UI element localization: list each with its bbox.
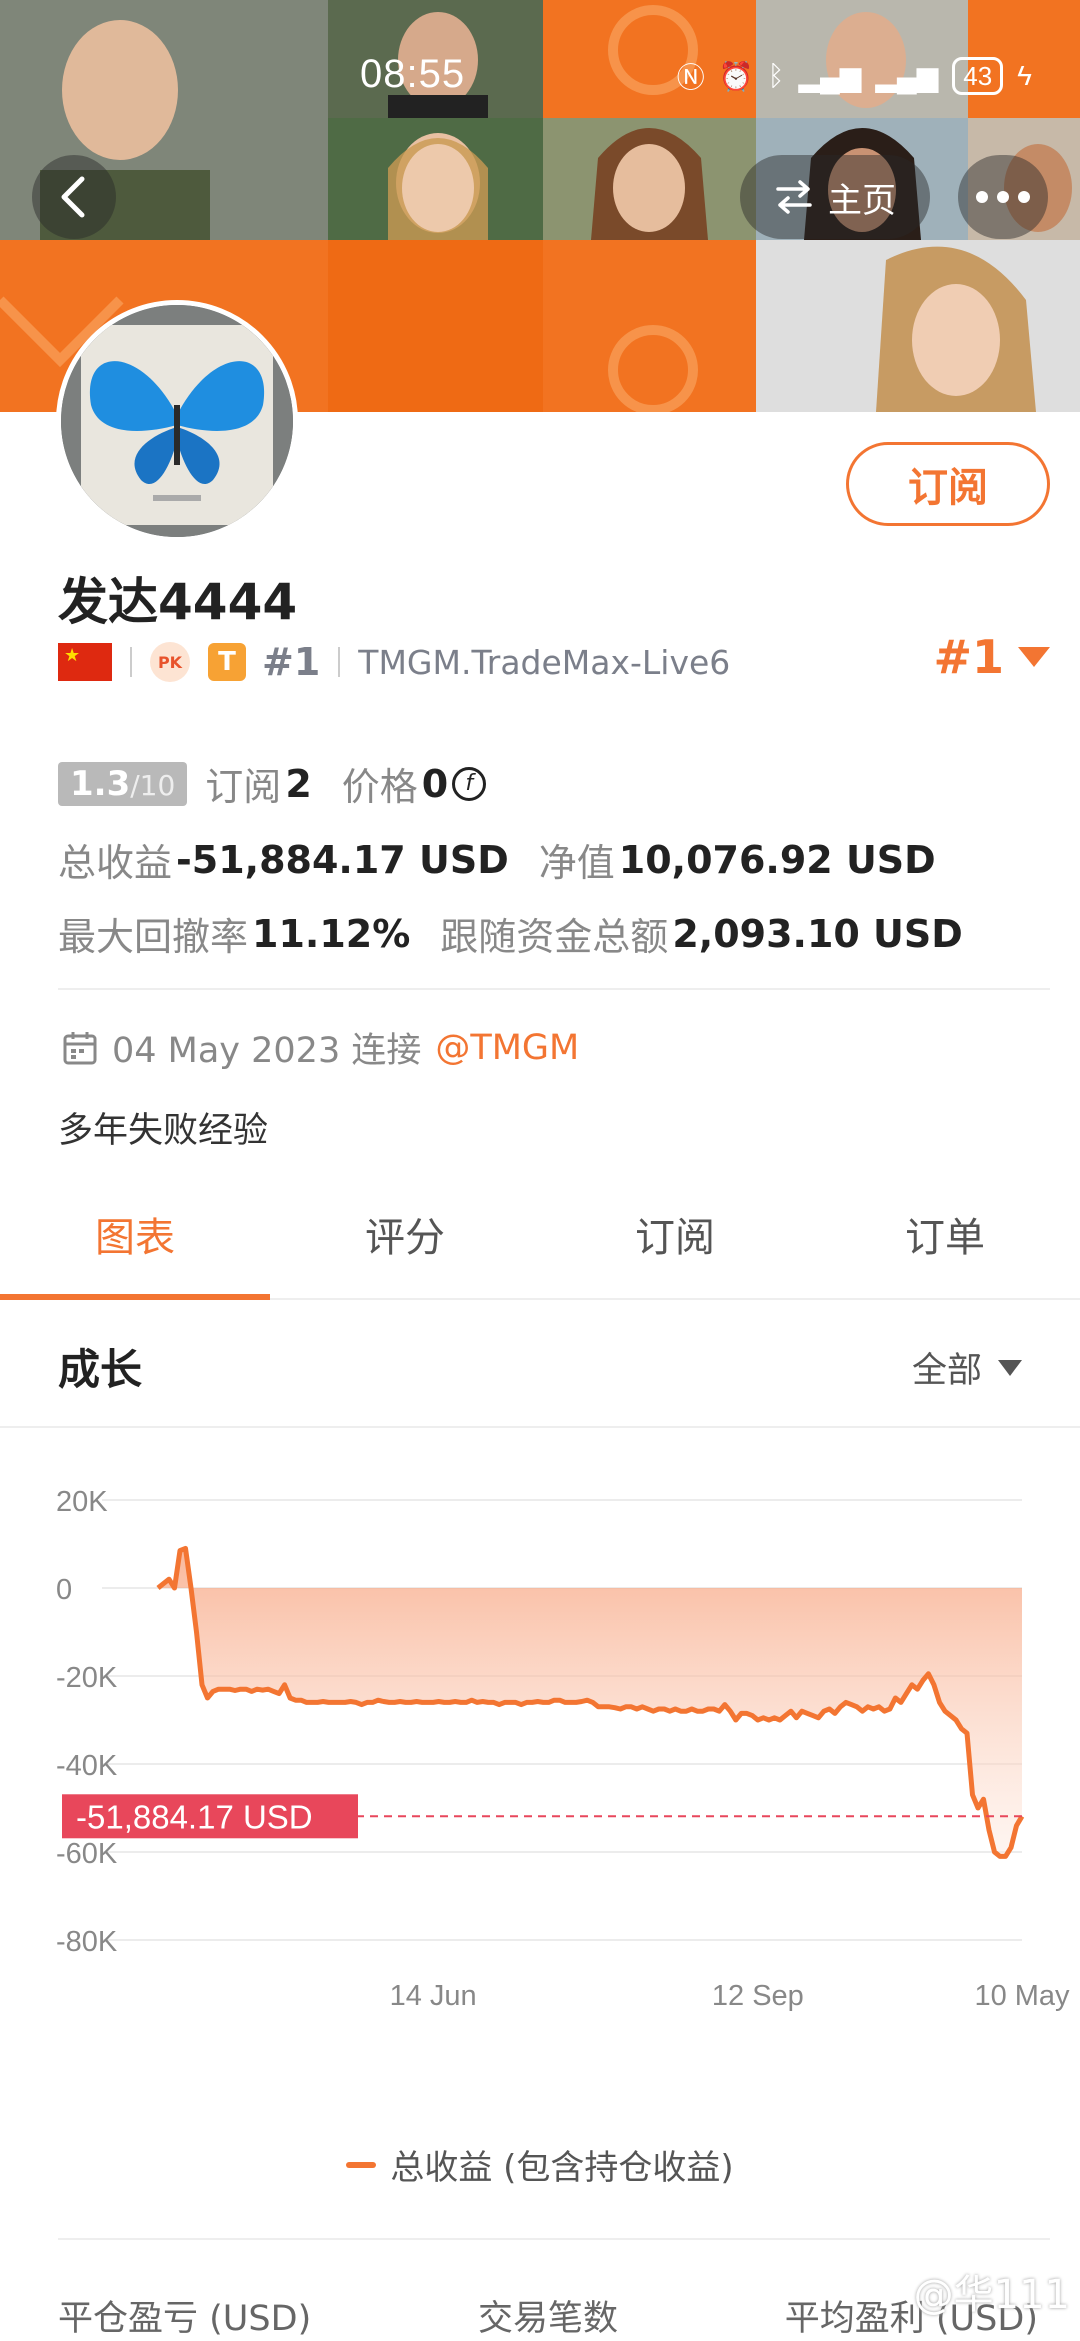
net-value-label: 净值: [538, 841, 615, 885]
price-value: 0: [421, 761, 449, 806]
divider: [0, 1426, 1080, 1428]
y-tick-label: -60K: [56, 1838, 118, 1870]
chevron-left-icon: [61, 176, 85, 218]
chart-grid: [102, 1499, 1022, 1941]
avatar[interactable]: [56, 300, 298, 542]
tab-orders[interactable]: 订单: [810, 1170, 1080, 1298]
server-name: TMGM.TradeMax-Live6: [358, 642, 731, 682]
trade-count-label: 交易笔数: [477, 2299, 618, 2339]
rank-dropdown[interactable]: #1: [933, 630, 1050, 684]
growth-chart[interactable]: 20K0-20K-40K-60K-80K 14 Jun 12 Sep 10 May …: [0, 1430, 1080, 2090]
switch-arrows-icon: [776, 180, 812, 214]
tab-chart[interactable]: 图表: [0, 1170, 270, 1300]
net-value-value: 10,076.92 USD: [618, 837, 936, 882]
tab-rating[interactable]: 评分: [270, 1170, 540, 1298]
x-tick-label: 10 May: [974, 1980, 1070, 2012]
x-axis-labels: 14 Jun 12 Sep 10 May: [390, 1980, 1070, 2012]
trader-name: 发达4444: [58, 573, 298, 631]
status-bar: 08:55 Ⓝ ⏰ ᛒ ▂▄▆ ▂▄▆ 43 ϟ: [0, 52, 1080, 112]
legend-swatch: [346, 2161, 377, 2168]
divider: [338, 647, 341, 677]
bluetooth-icon: ᛒ: [767, 60, 785, 91]
total-profit-label: 总收益: [58, 841, 173, 885]
banner-photo-tile: [756, 240, 1080, 412]
range-filter[interactable]: 全部: [912, 1342, 1022, 1393]
current-value-label: -51,884.17 USD: [76, 1798, 313, 1835]
y-tick-label: -40K: [56, 1750, 118, 1782]
caret-down-icon: [1018, 647, 1050, 667]
pk-badge[interactable]: PK: [150, 642, 190, 682]
score-value: 1.3: [70, 763, 131, 804]
caret-down-icon: [998, 1359, 1022, 1376]
more-button[interactable]: [958, 155, 1048, 239]
watermark: @华111: [913, 2272, 1070, 2318]
tab-subscription[interactable]: 订阅: [540, 1170, 810, 1298]
home-label: 主页: [828, 180, 896, 221]
alarm-icon: ⏰: [718, 60, 754, 92]
coin-icon: f: [452, 766, 487, 801]
subscribe-count-label: 订阅: [205, 765, 282, 809]
divider: [58, 2238, 1050, 2240]
status-icons: Ⓝ ⏰ ᛒ ▂▄▆ ▂▄▆ 43 ϟ: [677, 56, 1032, 96]
connect-date: 04 May 2023 连接: [112, 1031, 422, 1071]
range-filter-label: 全部: [911, 1351, 982, 1391]
tab-bar: 图表 评分 订阅 订单: [0, 1170, 1080, 1300]
china-flag-icon: ★: [58, 643, 112, 681]
broker-link[interactable]: @TMGM: [435, 1028, 579, 1068]
score-badge: 1.3/10: [58, 761, 188, 806]
more-dots-icon: [976, 191, 1030, 203]
battery-icon: 43: [952, 57, 1004, 95]
divider: [58, 988, 1050, 990]
y-tick-label: 20K: [56, 1486, 108, 1518]
y-tick-label: 0: [56, 1574, 72, 1606]
nfc-icon: Ⓝ: [676, 62, 705, 93]
bio-text: 多年失败经验: [58, 1111, 269, 1151]
score-max: /10: [130, 768, 176, 802]
butterfly-avatar-image: [61, 305, 293, 537]
trader-badges: ★ PK T #1 TMGM.TradeMax-Live6: [58, 640, 1048, 684]
subscribe-button[interactable]: 订阅: [846, 442, 1050, 526]
section-title: 成长: [58, 1345, 143, 1394]
legend-label: 总收益 (包含持仓收益): [390, 2148, 734, 2188]
t-badge[interactable]: T: [208, 643, 246, 681]
follow-funds-label: 跟随资金总额: [440, 915, 669, 959]
profit-row: 总收益 -51,884.17 USD 净值 10,076.92 USD: [58, 832, 936, 887]
charging-icon: ϟ: [1017, 60, 1032, 91]
rank-label: #1: [262, 640, 321, 684]
signal-4g-icon: ▂▄▆: [875, 60, 939, 92]
status-time: 08:55: [360, 52, 466, 96]
banner-pattern-tile: [328, 240, 543, 412]
price-label: 价格: [341, 765, 418, 809]
back-button[interactable]: [32, 155, 116, 239]
banner-photo-tile: [543, 118, 756, 240]
y-tick-label: -20K: [56, 1662, 118, 1694]
max-drawdown-label: 最大回撤率: [58, 915, 249, 959]
closed-pnl-label: 平仓盈亏 (USD): [58, 2299, 312, 2339]
score-row: 1.3/10 订阅 2 价格 0 f: [58, 756, 487, 811]
calendar-icon: [63, 1031, 97, 1064]
banner-photo-tile: [328, 118, 543, 240]
total-profit-value: -51,884.17 USD: [176, 837, 509, 882]
home-button[interactable]: 主页: [740, 155, 930, 239]
drawdown-row: 最大回撤率 11.12% 跟随资金总额 2,093.10 USD: [58, 906, 963, 961]
signal-4g-icon: ▂▄▆: [798, 60, 862, 92]
rank-right-label: #1: [933, 630, 1004, 684]
stats-header-row: 平仓盈亏 (USD) 交易笔数 平均盈利 (USD): [58, 2290, 1038, 2341]
max-drawdown-value: 11.12%: [252, 911, 411, 956]
subscribe-count: 2: [285, 761, 312, 806]
y-axis-labels: 20K 0 -20K -40K -60K -80K: [56, 1486, 118, 1958]
connect-row: 04 May 2023 连接 @TMGM: [62, 1022, 579, 1073]
banner-pattern-tile: [543, 240, 756, 412]
divider: [130, 647, 132, 677]
y-tick-label: -80K: [56, 1926, 118, 1958]
follow-funds-value: 2,093.10 USD: [672, 911, 963, 956]
x-tick-label: 14 Jun: [390, 1980, 477, 2012]
x-tick-label: 12 Sep: [712, 1980, 804, 2012]
chart-legend: 总收益 (包含持仓收益): [0, 2140, 1080, 2189]
